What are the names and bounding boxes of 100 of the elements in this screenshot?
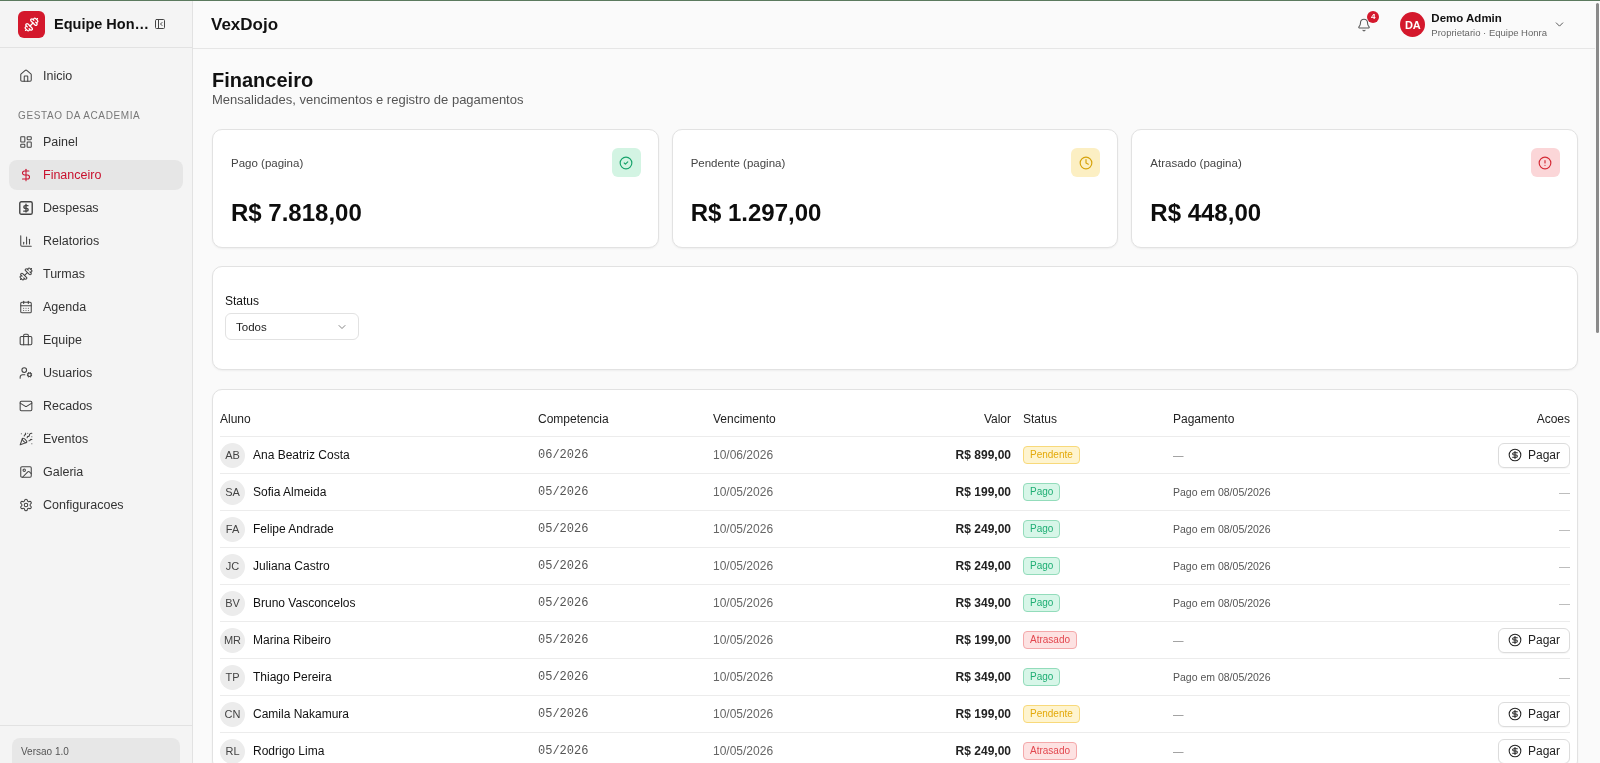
due-date: 10/05/2026 <box>713 522 775 536</box>
empty-dash: — <box>1559 523 1570 535</box>
section-title: GESTAO DA ACADEMIA <box>18 110 142 122</box>
student-name: Ana Beatriz Costa <box>253 448 350 462</box>
payment-info: — <box>1173 449 1185 461</box>
sidebar-item[interactable]: Usuarios <box>9 358 183 388</box>
briefcase-icon <box>19 333 33 347</box>
sidebar-item[interactable]: Equipe <box>9 325 183 355</box>
status-badge: Pago <box>1023 668 1061 686</box>
amount: R$ 349,00 <box>955 596 1012 610</box>
scrollbar-thumb[interactable] <box>1596 3 1599 333</box>
competence-month: 05/2026 <box>538 559 590 573</box>
sidebar-item[interactable]: Relatorios <box>9 226 183 256</box>
amount: R$ 249,00 <box>955 744 1012 758</box>
column-header: Acoes <box>1536 411 1570 426</box>
column-header: Vencimento <box>713 411 776 426</box>
dollar-circle-icon <box>1507 744 1522 758</box>
pay-button[interactable]: Pagar <box>1497 627 1570 653</box>
sidebar-item[interactable]: Financeiro <box>9 160 183 190</box>
settings-icon <box>19 498 33 512</box>
student-avatar: BV <box>220 590 245 616</box>
student-avatar: JC <box>220 553 245 579</box>
amount: R$ 349,00 <box>955 670 1012 684</box>
dashboard-icon <box>19 135 33 149</box>
user-name: Demo Admin <box>1431 11 1503 24</box>
student-name: Camila Nakamura <box>253 707 350 721</box>
dollar-circle-icon <box>1507 707 1522 721</box>
payment-info: Pago em 08/05/2026 <box>1173 560 1272 572</box>
payment-info: Pago em 08/05/2026 <box>1173 523 1272 535</box>
competence-month: 05/2026 <box>538 633 590 647</box>
column-header: Valor <box>983 411 1012 426</box>
student-name: Sofia Almeida <box>253 485 327 499</box>
dollar-circle-icon <box>1507 448 1522 462</box>
bell-icon[interactable] <box>1357 17 1372 32</box>
status-badge: Atrasado <box>1023 631 1078 649</box>
bill-icon <box>19 201 33 215</box>
payment-info: Pago em 08/05/2026 <box>1173 671 1272 683</box>
image-icon <box>19 465 33 479</box>
mail-icon <box>19 399 33 413</box>
user-avatar[interactable]: DA <box>1400 12 1426 37</box>
payment-info: Pago em 08/05/2026 <box>1173 597 1272 609</box>
card-amount: R$ 1.297,00 <box>690 199 823 227</box>
sidebar-item[interactable]: Recados <box>9 391 183 421</box>
brand-name: Equipe Hon… <box>54 16 150 32</box>
empty-dash: — <box>1559 486 1570 498</box>
amount: R$ 899,00 <box>955 448 1012 462</box>
student-avatar: FA <box>220 516 245 542</box>
student-avatar: TP <box>220 664 245 690</box>
student-name: Juliana Castro <box>253 559 330 573</box>
competence-month: 05/2026 <box>538 522 590 536</box>
student-avatar: CN <box>220 701 245 727</box>
dollar-icon <box>19 168 33 182</box>
pay-button[interactable]: Pagar <box>1497 738 1570 763</box>
competence-month: 05/2026 <box>538 596 590 610</box>
student-name: Bruno Vasconcelos <box>253 596 356 610</box>
user-role: Proprietario · Equipe Honra <box>1431 26 1547 38</box>
pay-button[interactable]: Pagar <box>1497 701 1570 727</box>
home-icon <box>19 69 33 83</box>
status-badge: Pendente <box>1023 705 1080 723</box>
competence-month: 05/2026 <box>538 707 590 721</box>
column-header: Competencia <box>538 411 609 426</box>
due-date: 10/05/2026 <box>713 707 775 721</box>
due-date: 10/06/2026 <box>713 448 775 462</box>
party-popper-icon <box>19 432 33 446</box>
amount: R$ 249,00 <box>955 522 1012 536</box>
sidebar-item[interactable]: Eventos <box>9 424 183 454</box>
status-select[interactable]: Todos <box>225 313 359 340</box>
student-avatar: SA <box>220 479 245 505</box>
payment-info: — <box>1173 634 1185 646</box>
filter-label: Status <box>225 293 261 309</box>
due-date: 10/05/2026 <box>713 670 775 684</box>
sidebar-item[interactable]: Agenda <box>9 292 183 322</box>
due-date: 10/05/2026 <box>713 633 775 647</box>
dumbbell-icon <box>19 267 33 281</box>
amount: R$ 249,00 <box>955 559 1012 573</box>
student-avatar: MR <box>220 627 245 653</box>
amount: R$ 199,00 <box>955 707 1012 721</box>
calendar-icon <box>19 300 33 314</box>
sidebar-item[interactable]: Configuracoes <box>9 490 183 520</box>
card-amount: R$ 448,00 <box>1150 199 1263 227</box>
sidebar-item[interactable]: Painel <box>9 127 183 157</box>
sidebar-item[interactable]: Galeria <box>9 457 183 487</box>
page-subtitle: Mensalidades, vencimentos e registro de pagamentos <box>212 92 525 108</box>
competence-month: 05/2026 <box>538 670 590 684</box>
student-name: Thiago Pereira <box>253 670 332 684</box>
card-amount: R$ 7.818,00 <box>231 199 363 227</box>
payment-info: — <box>1173 745 1185 757</box>
user-gear-icon <box>19 366 33 380</box>
amount: R$ 199,00 <box>955 485 1012 499</box>
sidebar-item[interactable]: Inicio <box>9 61 183 91</box>
sidebar-item[interactable]: Despesas <box>9 193 183 223</box>
panel-collapse-icon[interactable] <box>154 18 166 30</box>
sidebar-item[interactable]: Turmas <box>9 259 183 289</box>
competence-month: 05/2026 <box>538 485 590 499</box>
pay-button[interactable]: Pagar <box>1497 442 1570 468</box>
due-date: 10/05/2026 <box>713 596 775 610</box>
status-badge: Pago <box>1023 520 1061 538</box>
payment-info: — <box>1173 708 1185 720</box>
notification-badge: 4 <box>1367 10 1380 23</box>
status-badge: Pago <box>1023 483 1061 501</box>
